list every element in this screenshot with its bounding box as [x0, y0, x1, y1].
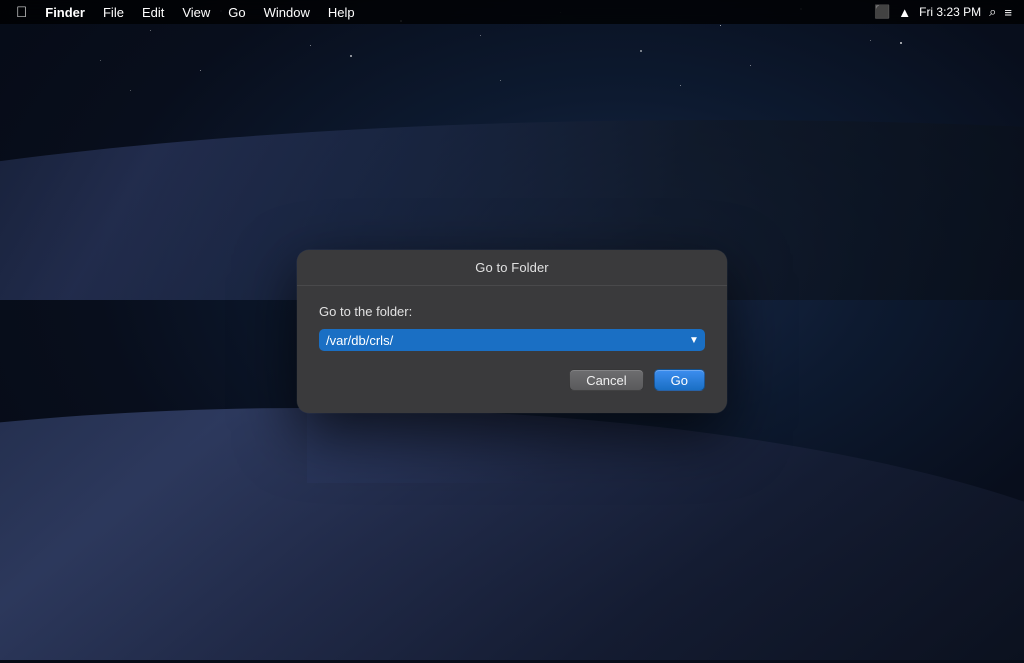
go-button[interactable]: Go — [654, 369, 705, 391]
cancel-button[interactable]: Cancel — [569, 369, 643, 391]
input-row: ▼ — [319, 329, 705, 351]
dialog-title: Go to Folder — [475, 260, 548, 275]
dialog-buttons: Cancel Go — [319, 369, 705, 391]
folder-label: Go to the folder: — [319, 304, 705, 319]
go-to-folder-dialog: Go to Folder Go to the folder: ▼ Cancel … — [297, 250, 727, 413]
dropdown-button[interactable]: ▼ — [683, 329, 705, 351]
dialog-overlay: Go to Folder Go to the folder: ▼ Cancel … — [0, 0, 1024, 663]
dialog-titlebar: Go to Folder — [297, 250, 727, 286]
chevron-down-icon: ▼ — [689, 335, 699, 346]
dialog-body: Go to the folder: ▼ Cancel Go — [297, 286, 727, 413]
folder-path-input[interactable] — [319, 329, 683, 351]
